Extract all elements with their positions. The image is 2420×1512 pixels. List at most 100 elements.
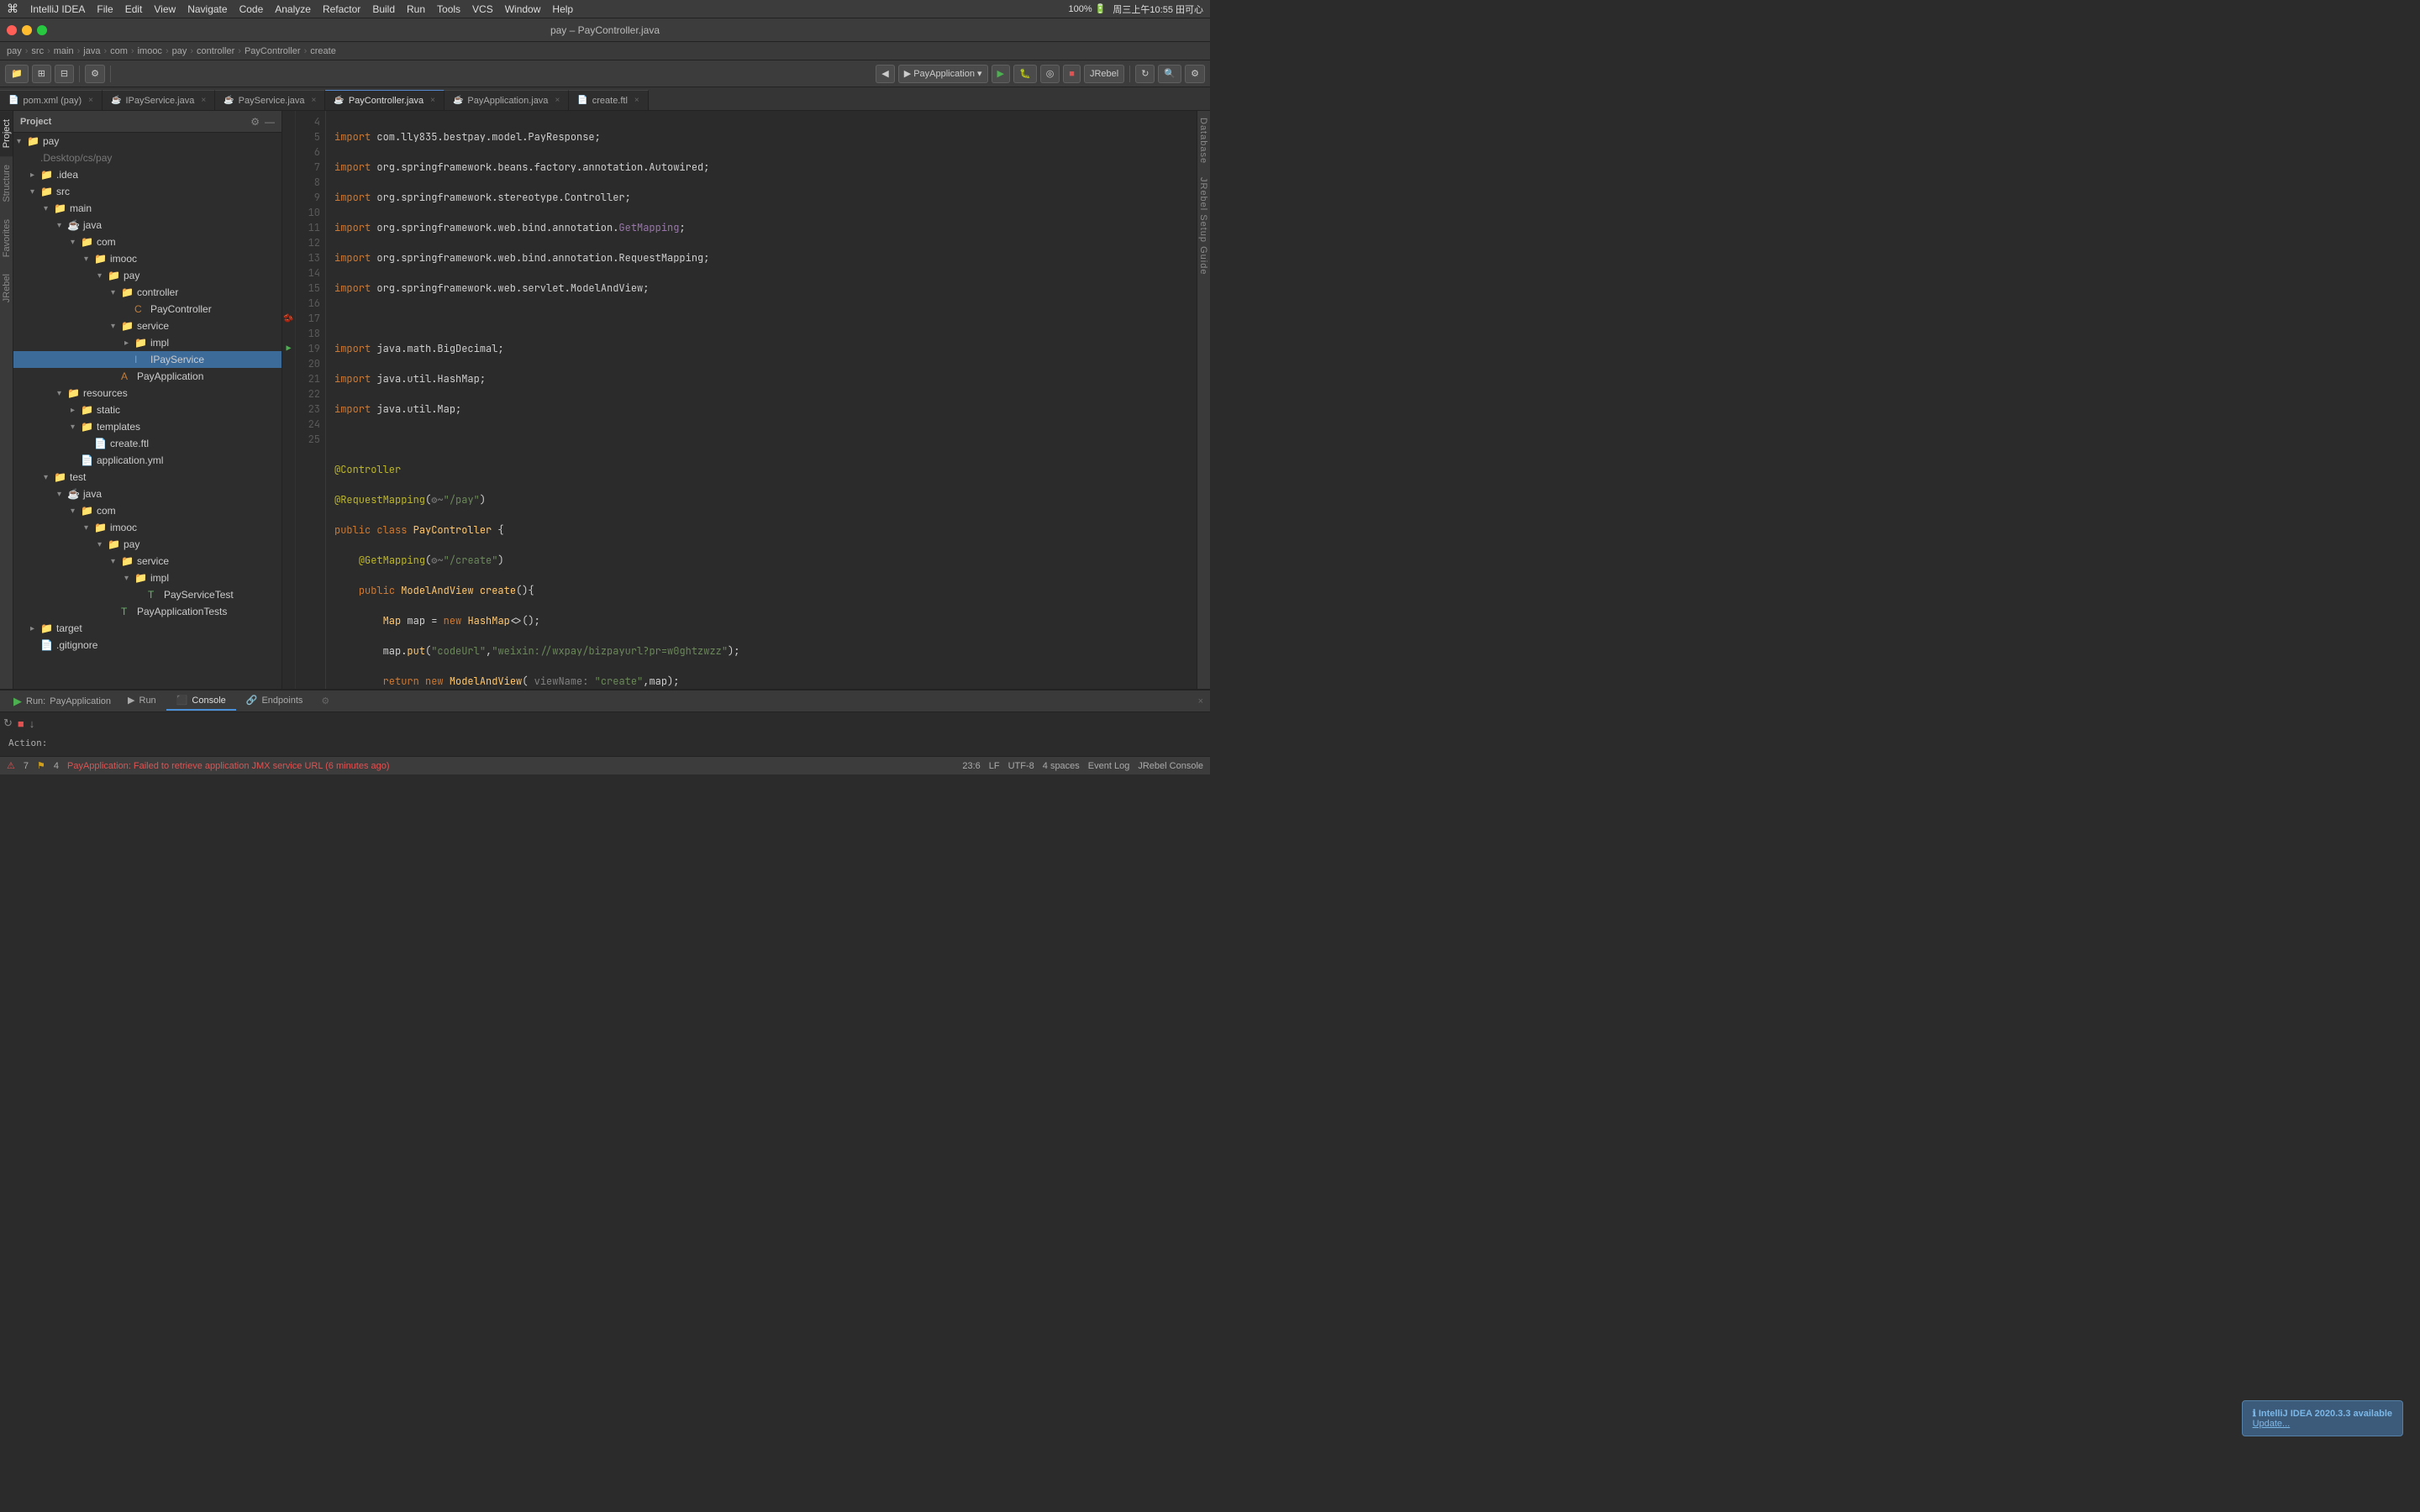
tab-close-button[interactable]: × [88,96,93,105]
tree-item-controller[interactable]: ▾ 📁 controller [13,284,281,301]
menu-window[interactable]: Window [505,3,541,15]
tab-close-button[interactable]: × [555,96,560,105]
code-editor[interactable]: 🫘 ▶ 4 5 6 7 8 9 10 1 [282,111,1197,689]
menu-file[interactable]: File [97,3,113,15]
stop-run-button[interactable]: ■ [18,717,24,730]
tree-item-pay-sub[interactable]: ▾ 📁 pay [13,267,281,284]
update-button[interactable]: ↻ [1135,65,1155,83]
run-button[interactable]: ▶ [992,65,1010,83]
tab-payservice[interactable]: ☕ PayService.java × [215,90,325,110]
menu-intellij[interactable]: IntelliJ IDEA [30,3,85,15]
code-area[interactable]: 🫘 ▶ 4 5 6 7 8 9 10 1 [282,111,1197,689]
indent-info[interactable]: 4 spaces [1043,761,1080,771]
line-separator[interactable]: LF [989,761,1000,771]
debug-button[interactable]: 🐛 [1013,65,1037,83]
bottom-close-button[interactable]: × [1198,696,1203,706]
breadcrumb-item[interactable]: controller [197,46,234,56]
menu-vcs[interactable]: VCS [472,3,493,15]
cursor-position[interactable]: 23:6 [962,761,980,771]
tree-item-paycontroller[interactable]: C PayController [13,301,281,318]
tree-item-payservicetest[interactable]: T PayServiceTest [13,586,281,603]
menu-refactor[interactable]: Refactor [323,3,360,15]
tab-pom-xml[interactable]: 📄 pom.xml (pay) × [0,90,103,110]
menu-code[interactable]: Code [239,3,264,15]
project-collapse-button[interactable]: — [265,116,275,128]
breadcrumb-item[interactable]: main [54,46,74,56]
menu-help[interactable]: Help [552,3,573,15]
tree-item-create-ftl[interactable]: 📄 create.ftl [13,435,281,452]
file-encoding[interactable]: UTF-8 [1008,761,1034,771]
tab-payapplication[interactable]: ☕ PayApplication.java × [445,90,569,110]
tree-item-gitignore[interactable]: 📄 .gitignore [13,637,281,654]
navigate-back-button[interactable]: ◀ [876,65,894,83]
tree-item-test-impl[interactable]: ▾ 📁 impl [13,570,281,586]
tab-paycontroller[interactable]: ☕ PayController.java × [325,90,445,110]
search-everywhere-button[interactable]: 🔍 [1158,65,1181,83]
tree-item-impl[interactable]: ▸ 📁 impl [13,334,281,351]
jrebel-console-button[interactable]: JRebel Console [1138,761,1203,771]
tree-item-main[interactable]: ▾ 📁 main [13,200,281,217]
tab-close-button[interactable]: × [634,96,639,105]
bottom-tab-endpoints[interactable]: 🔗 Endpoints [236,692,313,711]
event-log-button[interactable]: Event Log [1088,761,1130,771]
code-content[interactable]: import com.lly835.bestpay.model.PayRespo… [326,111,1197,689]
collapse-all-button[interactable]: ⊟ [55,65,74,83]
close-button[interactable] [7,25,17,35]
run-config-selector[interactable]: ▶ PayApplication ▾ [898,65,988,83]
jrebel-button[interactable]: JRebel [1084,65,1124,83]
project-settings-button[interactable]: ⚙ [250,116,260,128]
apple-menu[interactable]: ⌘ [7,2,18,16]
settings-main-button[interactable]: ⚙ [1185,65,1205,83]
tree-item-idea[interactable]: ▸ 📁 .idea [13,166,281,183]
expand-all-button[interactable]: ⊞ [32,65,51,83]
maximize-button[interactable] [37,25,47,35]
tree-item-payapplicationtests[interactable]: T PayApplicationTests [13,603,281,620]
stop-button[interactable]: ■ [1063,65,1081,83]
coverage-button[interactable]: ◎ [1040,65,1060,83]
restart-button[interactable]: ↻ [3,717,13,730]
tree-item-test-pay[interactable]: ▾ 📁 pay [13,536,281,553]
tree-item-ipayservice[interactable]: I IPayService [13,351,281,368]
breadcrumb-item[interactable]: pay [7,46,22,56]
tree-item-test-imooc[interactable]: ▾ 📁 imooc [13,519,281,536]
error-count[interactable]: ⚠ [7,760,15,771]
tree-item-test-service[interactable]: ▾ 📁 service [13,553,281,570]
breadcrumb-item[interactable]: pay [172,46,187,56]
bottom-tab-console[interactable]: ⬛ Console [166,692,236,711]
menu-navigate[interactable]: Navigate [187,3,227,15]
tree-item-test-java[interactable]: ▾ ☕ java [13,486,281,502]
gutter-line-19[interactable]: ▶ [282,341,295,356]
tree-item-path[interactable]: .Desktop/cs/pay [13,150,281,166]
breadcrumb-item[interactable]: java [83,46,100,56]
breadcrumb-item[interactable]: create [310,46,336,56]
menu-tools[interactable]: Tools [437,3,460,15]
bottom-tab-run[interactable]: ▶ Run [118,692,166,711]
tab-create-ftl[interactable]: 📄 create.ftl × [569,90,648,110]
tree-item-test-com[interactable]: ▾ 📁 com [13,502,281,519]
favorites-tab[interactable]: Favorites [0,211,13,265]
tab-close-button[interactable]: × [312,96,317,105]
bottom-settings-button[interactable]: ⚙ [321,696,329,706]
tree-item-src[interactable]: ▾ 📁 src [13,183,281,200]
notification-link[interactable]: Update... [2253,1419,2291,1429]
breadcrumb-item[interactable]: imooc [138,46,162,56]
scroll-end-button[interactable]: ↓ [29,717,35,730]
menu-build[interactable]: Build [372,3,395,15]
structure-tab[interactable]: Structure [0,156,13,211]
tree-item-target[interactable]: ▸ 📁 target [13,620,281,637]
breadcrumb-item[interactable]: PayController [245,46,301,56]
tab-ipayservice[interactable]: ☕ IPayService.java × [103,90,215,110]
tree-item-static[interactable]: ▸ 📁 static [13,402,281,418]
menu-run[interactable]: Run [407,3,425,15]
tab-close-button[interactable]: × [201,96,206,105]
tree-item-application-yml[interactable]: 📄 application.yml [13,452,281,469]
gutter-line-17[interactable]: 🫘 [282,311,295,326]
project-view-button[interactable]: 📁 [5,65,29,83]
tree-item-test[interactable]: ▾ 📁 test [13,469,281,486]
tree-item-payapplication[interactable]: A PayApplication [13,368,281,385]
minimize-button[interactable] [22,25,32,35]
tree-item-resources[interactable]: ▾ 📁 resources [13,385,281,402]
breadcrumb-item[interactable]: com [110,46,128,56]
menu-analyze[interactable]: Analyze [275,3,311,15]
settings-button[interactable]: ⚙ [85,65,105,83]
